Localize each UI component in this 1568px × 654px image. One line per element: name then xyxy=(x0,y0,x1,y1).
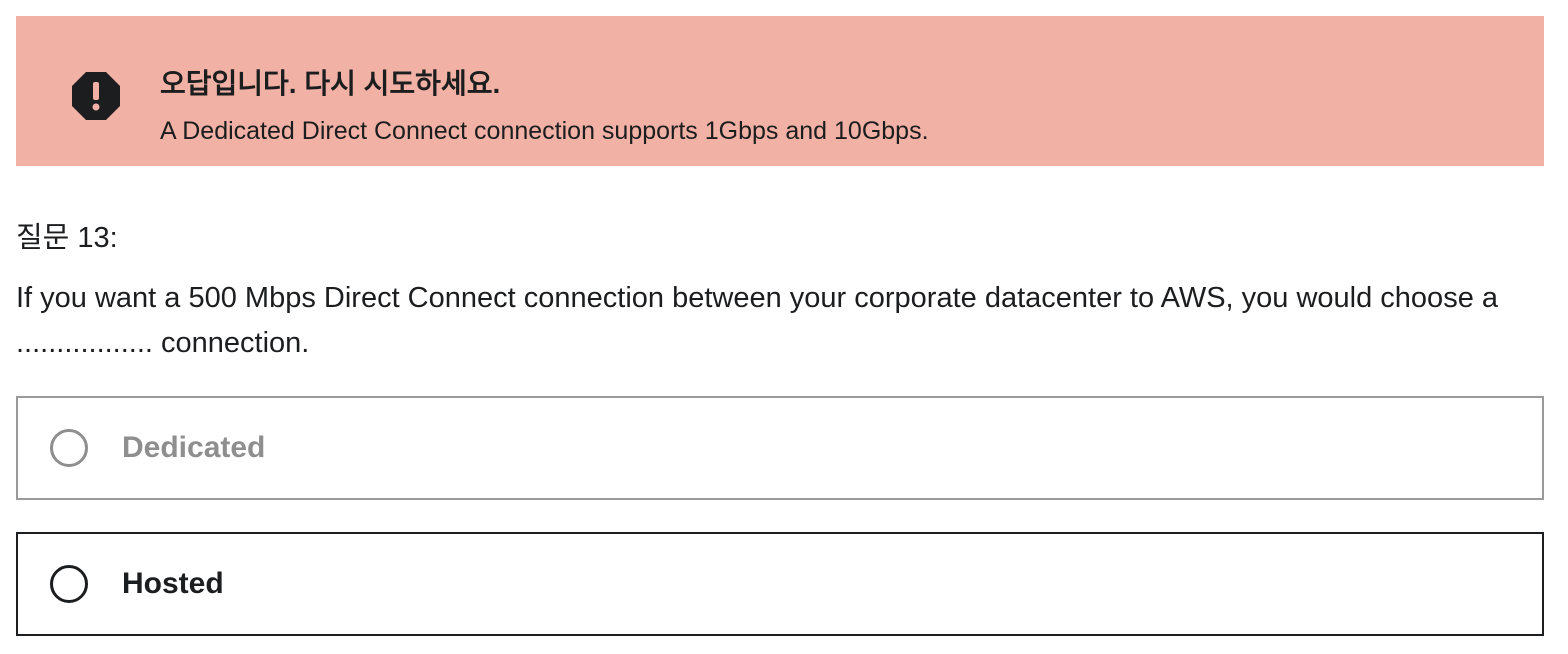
answer-option-dedicated[interactable]: Dedicated xyxy=(16,396,1544,500)
radio-button-icon[interactable] xyxy=(50,565,88,603)
alert-title: 오답입니다. 다시 시도하세요. xyxy=(160,68,501,99)
answer-option-label: Hosted xyxy=(122,567,224,600)
incorrect-answer-alert: 오답입니다. 다시 시도하세요. A Dedicated Direct Conn… xyxy=(16,16,1544,166)
radio-button-icon[interactable] xyxy=(50,429,88,467)
question-number: 질문 13: xyxy=(16,222,118,254)
answer-option-label: Dedicated xyxy=(122,431,266,464)
answer-option-hosted[interactable]: Hosted xyxy=(16,532,1544,636)
alert-message: A Dedicated Direct Connect connection su… xyxy=(160,117,929,145)
alert-octagon-icon xyxy=(72,72,120,120)
question-text: If you want a 500 Mbps Direct Connect co… xyxy=(16,282,1499,359)
